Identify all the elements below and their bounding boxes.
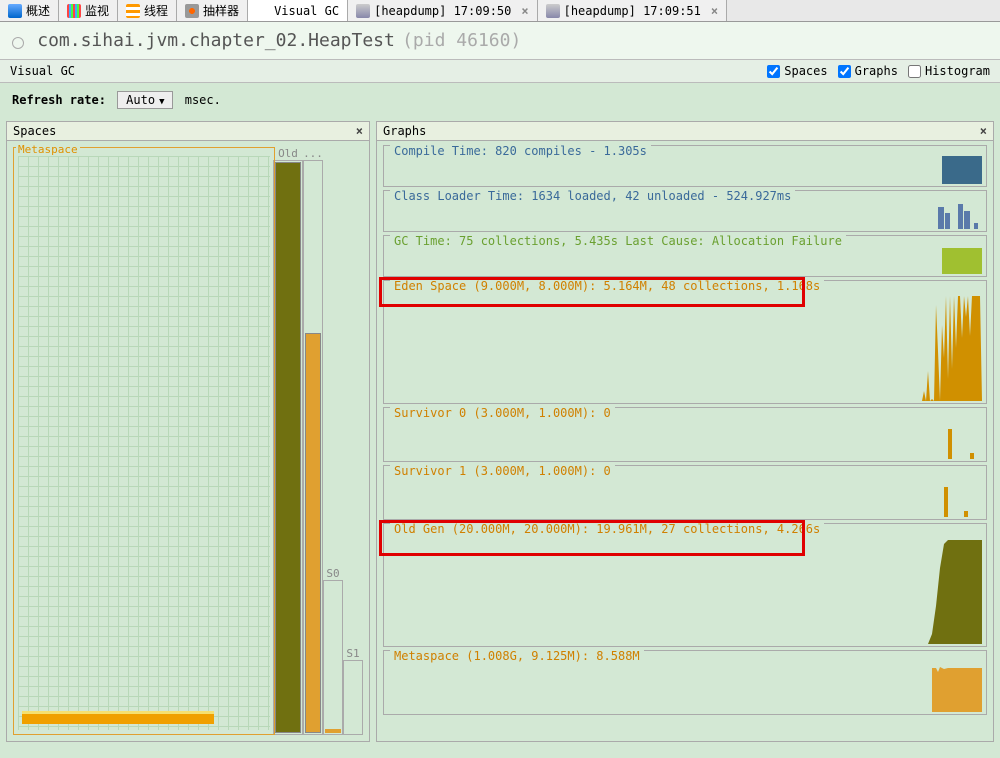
graph-title: Survivor 1 (3.000M, 1.000M): 0 [390, 464, 615, 478]
spaces-panel: Spaces × Metaspace Old ... [6, 121, 370, 742]
refresh-unit: msec. [185, 93, 221, 107]
mini-chart [932, 662, 982, 712]
close-icon[interactable]: × [356, 124, 363, 138]
eden-label: ... [303, 147, 323, 160]
checkbox-spaces[interactable]: Spaces [767, 64, 827, 78]
tab-label: Visual GC [274, 4, 339, 18]
overview-icon [8, 4, 22, 18]
metaspace-label: Metaspace [16, 143, 80, 156]
checkbox-histogram[interactable]: Histogram [908, 64, 990, 78]
checkbox-label: Graphs [855, 64, 898, 78]
close-icon[interactable]: × [711, 4, 718, 18]
old-column: Old [273, 147, 303, 735]
metaspace-fill [22, 711, 214, 724]
tab-label: [heapdump] 17:09:50 [374, 4, 511, 18]
close-icon[interactable]: × [980, 124, 987, 138]
chevron-down-icon: ▼ [159, 97, 164, 107]
graph-title: Survivor 0 (3.000M, 1.000M): 0 [390, 406, 615, 420]
refresh-label: Refresh rate: [12, 93, 106, 107]
s1-label: S1 [343, 647, 363, 660]
s0-bar [325, 729, 341, 733]
checkbox[interactable] [767, 65, 780, 78]
graph-survivor-0: Survivor 0 (3.000M, 1.000M): 0 [383, 407, 987, 462]
graph-compile-time: Compile Time: 820 compiles - 1.305s [383, 145, 987, 187]
panels-container: Spaces × Metaspace Old ... [0, 117, 1000, 746]
mini-chart [922, 293, 982, 401]
tab-label: 线程 [144, 2, 168, 19]
refresh-rate-select[interactable]: Auto ▼ [117, 91, 173, 109]
tab-label: 概述 [26, 2, 50, 19]
checkbox[interactable] [838, 65, 851, 78]
threads-icon [126, 4, 140, 18]
panel-title: Spaces [13, 124, 56, 138]
panel-name: Visual GC [10, 64, 75, 78]
old-bar [275, 162, 301, 733]
graph-eden-space: Eden Space (9.000M, 8.000M): 5.164M, 48 … [383, 280, 987, 404]
tab-heapdump-1[interactable]: [heapdump] 17:09:50 × [348, 0, 538, 21]
panel-header: Spaces × [7, 122, 369, 141]
highlight-box [379, 520, 805, 556]
metaspace-grid [18, 156, 270, 730]
heapdump-icon [356, 4, 370, 18]
graphs-body: Compile Time: 820 compiles - 1.305s Clas… [377, 141, 993, 741]
metaspace-area: Metaspace [13, 147, 275, 735]
monitor-icon [67, 4, 81, 18]
refresh-value: Auto [126, 93, 155, 107]
checkbox[interactable] [908, 65, 921, 78]
checkbox-label: Histogram [925, 64, 990, 78]
graph-survivor-1: Survivor 1 (3.000M, 1.000M): 0 [383, 465, 987, 520]
tab-label: 监视 [85, 2, 109, 19]
tab-threads[interactable]: 线程 [118, 0, 177, 21]
refresh-rate-row: Refresh rate: Auto ▼ msec. [0, 83, 1000, 117]
s0-label: S0 [323, 567, 343, 580]
s1-column: S1 [343, 647, 363, 735]
graph-title: Class Loader Time: 1634 loaded, 42 unloa… [390, 189, 795, 203]
mini-chart [928, 536, 982, 644]
s1-bar [345, 662, 361, 733]
checkbox-graphs[interactable]: Graphs [838, 64, 898, 78]
eden-column: ... [303, 147, 323, 735]
panel-header: Graphs × [377, 122, 993, 141]
sampler-icon [185, 4, 199, 18]
old-label: Old [273, 147, 303, 160]
mini-chart [934, 199, 982, 229]
mini-chart [938, 477, 982, 517]
tab-heapdump-2[interactable]: [heapdump] 17:09:51 × [538, 0, 728, 21]
status-circle-icon [12, 37, 24, 49]
graph-old-gen: Old Gen (20.000M, 20.000M): 19.961M, 27 … [383, 523, 987, 647]
close-icon[interactable]: × [521, 4, 528, 18]
graph-gc-time: GC Time: 75 collections, 5.435s Last Cau… [383, 235, 987, 277]
spaces-body: Metaspace Old ... S0 [7, 141, 369, 741]
tab-overview[interactable]: 概述 [0, 0, 59, 21]
mini-chart [938, 419, 982, 459]
tabs-bar: 概述 监视 线程 抽样器 Visual GC [heapdump] 17:09:… [0, 0, 1000, 22]
process-pid: (pid 46160) [402, 30, 521, 51]
checkbox-label: Spaces [784, 64, 827, 78]
mini-chart [942, 154, 982, 184]
tab-sampler[interactable]: 抽样器 [177, 0, 248, 21]
sub-header: Visual GC Spaces Graphs Histogram [0, 60, 1000, 83]
tab-visual-gc[interactable]: Visual GC [248, 0, 348, 21]
tab-label: [heapdump] 17:09:51 [564, 4, 701, 18]
tab-label: 抽样器 [203, 2, 239, 19]
graphs-panel: Graphs × Compile Time: 820 compiles - 1.… [376, 121, 994, 742]
graph-metaspace: Metaspace (1.008G, 9.125M): 8.588M [383, 650, 987, 715]
graph-title: Metaspace (1.008G, 9.125M): 8.588M [390, 649, 644, 663]
process-name: com.sihai.jvm.chapter_02.HeapTest [37, 30, 395, 51]
mini-chart [942, 244, 982, 274]
title-bar: com.sihai.jvm.chapter_02.HeapTest (pid 4… [0, 22, 1000, 60]
visualgc-icon [256, 4, 270, 18]
s0-column: S0 [323, 567, 343, 735]
graph-title: GC Time: 75 collections, 5.435s Last Cau… [390, 234, 846, 248]
highlight-box [379, 277, 805, 307]
tab-monitor[interactable]: 监视 [59, 0, 118, 21]
graph-title: Compile Time: 820 compiles - 1.305s [390, 144, 651, 158]
eden-bar [305, 333, 321, 733]
graph-class-loader: Class Loader Time: 1634 loaded, 42 unloa… [383, 190, 987, 232]
heapdump-icon [546, 4, 560, 18]
panel-title: Graphs [383, 124, 426, 138]
